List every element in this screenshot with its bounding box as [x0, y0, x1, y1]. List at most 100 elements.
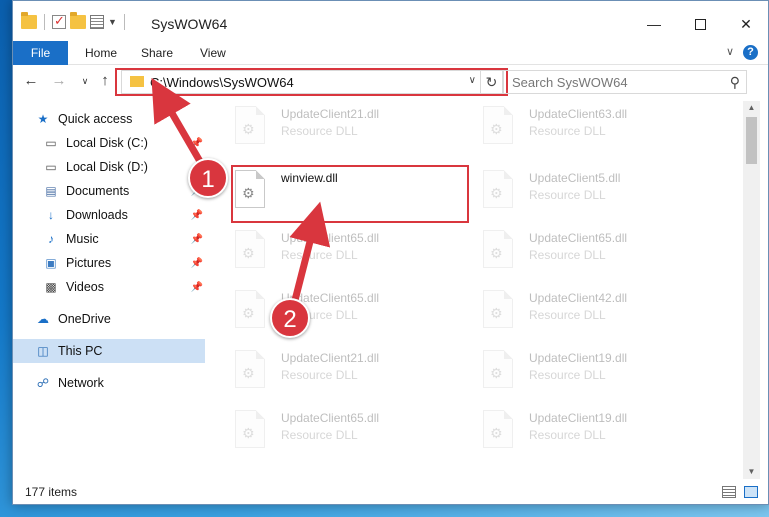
file-name: UpdateClient21.dll — [281, 107, 380, 121]
gear-icon: ⚙ — [490, 305, 503, 321]
gear-icon: ⚙ — [490, 121, 503, 137]
drive-icon: ▭ — [45, 136, 57, 150]
documents-icon: ▤ — [45, 184, 57, 198]
maximize-button[interactable] — [677, 11, 723, 37]
sidebar-item-onedrive[interactable]: ☁ OneDrive — [35, 307, 205, 331]
dll-file-icon: ⚙ — [483, 350, 513, 388]
dll-file-icon: ⚙ — [235, 230, 265, 268]
scroll-thumb[interactable] — [746, 117, 757, 164]
file-item[interactable]: ⚙ UpdateClient65.dll Resource DLL — [208, 225, 438, 281]
sidebar-item-local-disk-d[interactable]: ▭ Local Disk (D:) — [43, 155, 205, 179]
sidebar-item-quick-access[interactable]: ★ Quick access — [35, 107, 205, 131]
gear-icon: ⚙ — [490, 245, 503, 261]
pictures-icon: ▣ — [45, 256, 57, 270]
quick-access-toolbar: ▼ — [21, 12, 128, 30]
file-item[interactable]: ⚙ UpdateClient5.dll Resource DLL — [456, 165, 686, 221]
properties-icon[interactable] — [90, 15, 104, 29]
sidebar-item-label: This PC — [58, 344, 103, 358]
file-item[interactable]: ⚙ UpdateClient65.dll Resource DLL — [208, 405, 438, 461]
properties-check-icon[interactable] — [52, 13, 66, 29]
gear-icon: ⚙ — [242, 365, 255, 381]
tab-view[interactable]: View — [186, 41, 240, 65]
music-icon: ♪ — [48, 232, 54, 246]
file-item[interactable]: ⚙ UpdateClient21.dll Resource DLL — [208, 345, 438, 401]
sidebar-item-music[interactable]: ♪ Music 📌 — [43, 227, 205, 251]
explorer-window: ▼ SysWOW64 — ✕ File Home Share View ∨ ? … — [12, 0, 769, 505]
file-name: UpdateClient42.dll — [529, 291, 628, 305]
sidebar-item-local-disk-c[interactable]: ▭ Local Disk (C:) 📌 — [43, 131, 205, 155]
sidebar-item-label: Downloads — [66, 208, 128, 222]
file-name: UpdateClient65.dll — [281, 231, 380, 245]
up-button[interactable]: ↑ — [95, 71, 115, 91]
file-type: Resource DLL — [529, 308, 606, 322]
details-view-icon[interactable] — [722, 486, 736, 498]
pin-icon: 📌 — [190, 137, 203, 149]
address-highlight-box — [115, 68, 508, 96]
sidebar-item-documents[interactable]: ▤ Documents 📌 — [43, 179, 205, 203]
minimize-button[interactable]: — — [631, 11, 677, 37]
status-bar: 177 items — [13, 479, 768, 505]
qat-separator — [44, 14, 45, 30]
dll-file-icon: ⚙ — [235, 350, 265, 388]
sidebar-item-network[interactable]: ☍ Network — [35, 371, 205, 395]
file-item[interactable]: ⚙ UpdateClient63.dll Resource DLL — [456, 101, 686, 157]
tab-share[interactable]: Share — [127, 41, 187, 65]
item-count: 177 items — [25, 485, 78, 499]
dll-file-icon: ⚙ — [235, 410, 265, 448]
gear-icon: ⚙ — [490, 185, 503, 201]
dll-file-icon: ⚙ — [483, 106, 513, 144]
recent-locations-icon[interactable]: ∨ — [75, 71, 95, 91]
file-item[interactable]: ⚙ UpdateClient21.dll Resource DLL — [208, 101, 438, 157]
sidebar-item-this-pc[interactable]: ◫ This PC — [13, 339, 205, 363]
callout-badge-1: 1 — [188, 158, 228, 198]
file-list: ⚙ UpdateClient21.dll Resource DLL ⚙ winv… — [208, 101, 743, 471]
pin-icon: 📌 — [190, 233, 203, 245]
vertical-scrollbar[interactable]: ▲ ▼ — [743, 101, 760, 479]
sidebar-item-videos[interactable]: ▩ Videos 📌 — [43, 275, 205, 299]
pin-icon: 📌 — [190, 281, 203, 293]
file-item[interactable]: ⚙ UpdateClient65.dll Resource DLL — [208, 285, 438, 341]
search-input[interactable] — [504, 71, 719, 93]
large-icons-view-icon[interactable] — [744, 486, 758, 498]
tab-file[interactable]: File — [13, 41, 68, 65]
dll-file-icon: ⚙ — [483, 170, 513, 208]
scroll-up-icon[interactable]: ▲ — [743, 101, 760, 115]
file-name: UpdateClient19.dll — [529, 411, 628, 425]
file-highlight-box — [231, 165, 469, 223]
cloud-icon: ☁ — [37, 312, 49, 326]
file-name: UpdateClient65.dll — [529, 231, 628, 245]
back-button[interactable]: ← — [21, 71, 41, 91]
search-icon[interactable]: ⚲ — [730, 74, 740, 91]
file-name: UpdateClient19.dll — [529, 351, 628, 365]
sidebar-item-pictures[interactable]: ▣ Pictures 📌 — [43, 251, 205, 275]
file-type: Resource DLL — [529, 188, 606, 202]
sidebar-item-downloads[interactable]: ↓ Downloads 📌 — [43, 203, 205, 227]
scroll-down-icon[interactable]: ▼ — [743, 465, 760, 479]
sidebar-item-label: Local Disk (D:) — [66, 160, 148, 174]
new-folder-icon[interactable] — [70, 12, 86, 29]
gear-icon: ⚙ — [242, 121, 255, 137]
forward-button[interactable]: → — [49, 71, 69, 91]
close-button[interactable]: ✕ — [723, 11, 769, 37]
file-type: Resource DLL — [281, 124, 358, 138]
file-type: Resource DLL — [281, 428, 358, 442]
file-item[interactable]: ⚙ UpdateClient42.dll Resource DLL — [456, 285, 686, 341]
sidebar-item-label: Quick access — [58, 112, 133, 126]
tab-home[interactable]: Home — [71, 41, 131, 65]
computer-icon: ◫ — [37, 344, 49, 358]
qat-customize-icon[interactable]: ▼ — [108, 17, 117, 27]
sidebar-item-label: Documents — [66, 184, 130, 198]
navigation-pane: ★ Quick access ▭ Local Disk (C:) 📌 ▭ Loc… — [13, 101, 208, 471]
search-box[interactable]: ⚲ — [503, 70, 747, 94]
file-item[interactable]: ⚙ UpdateClient65.dll Resource DLL — [456, 225, 686, 281]
file-item[interactable]: ⚙ UpdateClient19.dll Resource DLL — [456, 345, 686, 401]
dll-file-icon: ⚙ — [483, 230, 513, 268]
help-icon[interactable]: ? — [743, 45, 758, 60]
address-row: ← → ∨ ↑ C:\Windows\SysWOW64 ∨ ↻ ⚲ — [13, 67, 768, 97]
file-item[interactable]: ⚙ UpdateClient19.dll Resource DLL — [456, 405, 686, 461]
dll-file-icon: ⚙ — [235, 290, 265, 328]
qat-separator — [123, 14, 125, 30]
file-type: Resource DLL — [529, 124, 606, 138]
expand-ribbon-icon[interactable]: ∨ — [726, 45, 734, 58]
ribbon-tabs: File Home Share View ∨ ? — [13, 41, 768, 65]
